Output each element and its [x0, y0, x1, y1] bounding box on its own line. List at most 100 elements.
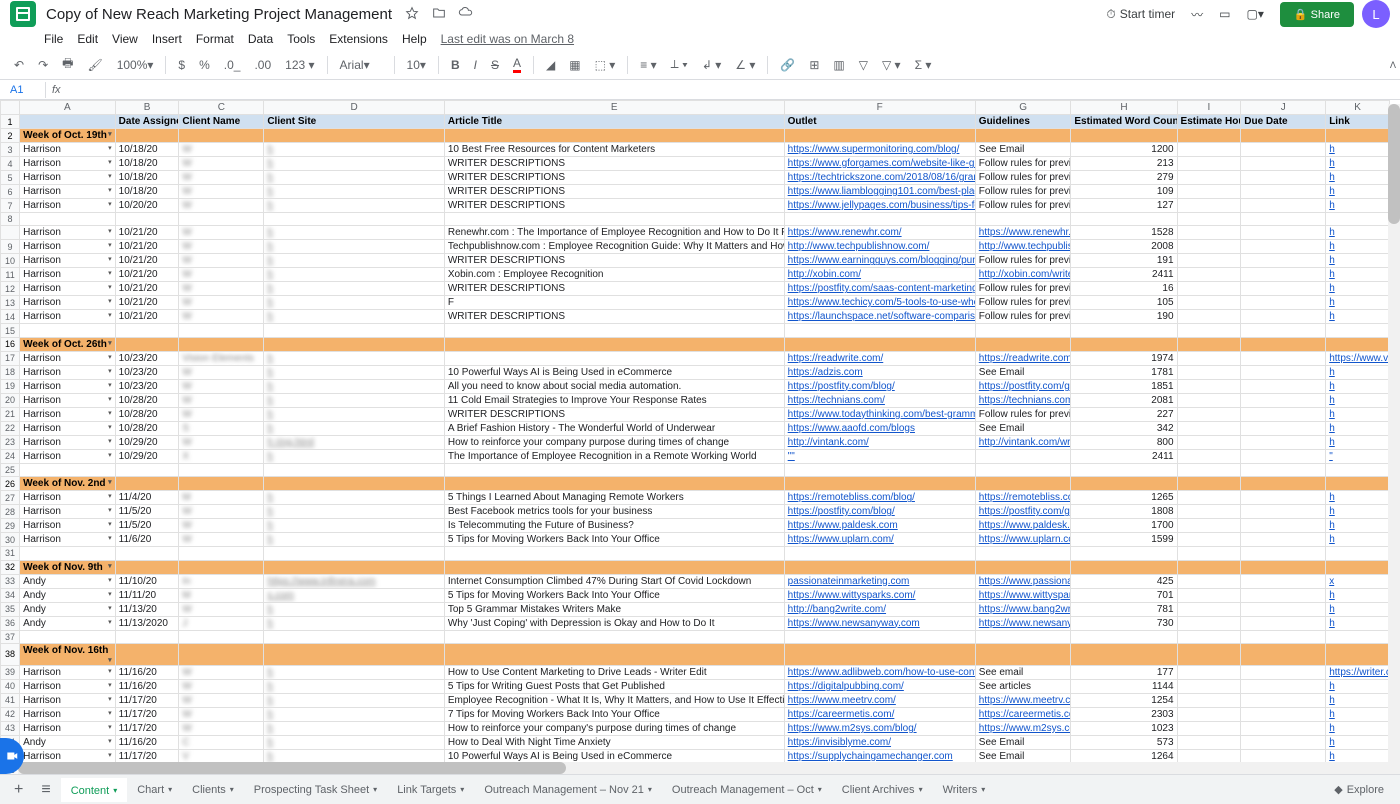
- cell[interactable]: [1241, 421, 1326, 435]
- cell[interactable]: How to Use Content Marketing to Drive Le…: [444, 665, 784, 679]
- menu-insert[interactable]: Insert: [152, 32, 182, 46]
- cell[interactable]: https://www.aaofd.com/blogs: [784, 421, 975, 435]
- cell[interactable]: [1177, 379, 1241, 393]
- cell[interactable]: Is Telecommuting the Future of Business?: [444, 519, 784, 533]
- cell[interactable]: 11/5/20: [115, 519, 179, 533]
- cell[interactable]: [1241, 254, 1326, 268]
- col-header[interactable]: B: [115, 101, 179, 115]
- cell[interactable]: WRITER DESCRIPTIONS: [444, 254, 784, 268]
- col-header[interactable]: F: [784, 101, 975, 115]
- cell[interactable]: 1023: [1071, 721, 1177, 735]
- header-cell[interactable]: Article Title: [444, 115, 784, 129]
- cloud-icon[interactable]: [458, 5, 474, 21]
- cell[interactable]: 781: [1071, 602, 1177, 616]
- cell[interactable]: 10/18/20: [115, 185, 179, 199]
- cell[interactable]: h: [1326, 407, 1390, 421]
- menu-edit[interactable]: Edit: [77, 32, 98, 46]
- cell[interactable]: passionateinmarketing.com: [784, 574, 975, 588]
- redo-icon[interactable]: ↷: [34, 55, 52, 75]
- cell[interactable]: [1241, 735, 1326, 749]
- cell[interactable]: WRITER DESCRIPTIONS: [444, 185, 784, 199]
- cell[interactable]: Harrison: [20, 240, 116, 254]
- cell[interactable]: [1241, 379, 1326, 393]
- cell[interactable]: [1177, 491, 1241, 505]
- dec-increase-icon[interactable]: .00: [250, 55, 275, 75]
- cell[interactable]: 177: [1071, 665, 1177, 679]
- cell[interactable]: https://postfity.com/gue: [975, 379, 1071, 393]
- cell[interactable]: "": [784, 449, 975, 463]
- cell[interactable]: How to reinforce your company purpose du…: [444, 435, 784, 449]
- cell[interactable]: https://postfity.com/gue: [975, 505, 1071, 519]
- cell[interactable]: [1241, 721, 1326, 735]
- currency-icon[interactable]: $: [174, 55, 189, 75]
- cell[interactable]: W: [179, 707, 264, 721]
- cell[interactable]: [1177, 310, 1241, 324]
- cell[interactable]: 11/17/20: [115, 693, 179, 707]
- cell[interactable]: 109: [1071, 185, 1177, 199]
- cell[interactable]: h: [264, 707, 445, 721]
- cell[interactable]: https://www.paldesk.co: [975, 519, 1071, 533]
- cell[interactable]: http://xobin.com/write-fo: [975, 268, 1071, 282]
- cell[interactable]: 10/21/20: [115, 296, 179, 310]
- cell[interactable]: https://www.earningguys.com/blogging/pun…: [784, 254, 975, 268]
- cell[interactable]: Harrison: [20, 435, 116, 449]
- cell[interactable]: 342: [1071, 421, 1177, 435]
- cell[interactable]: [1241, 707, 1326, 721]
- cell[interactable]: https://postfity.com/blog/: [784, 505, 975, 519]
- cell[interactable]: [1241, 365, 1326, 379]
- cell[interactable]: W: [179, 240, 264, 254]
- sheets-logo[interactable]: [10, 1, 36, 27]
- cell[interactable]: 1781: [1071, 365, 1177, 379]
- cell[interactable]: https://www.wittysparks: [975, 588, 1071, 602]
- cell[interactable]: Harrison: [20, 268, 116, 282]
- link-icon[interactable]: 🔗: [776, 55, 799, 75]
- cell[interactable]: [444, 351, 784, 365]
- cell[interactable]: [1241, 310, 1326, 324]
- cell[interactable]: [1241, 435, 1326, 449]
- cell[interactable]: [1177, 735, 1241, 749]
- col-header[interactable]: H: [1071, 101, 1177, 115]
- cell[interactable]: 10/18/20: [115, 171, 179, 185]
- cell[interactable]: h: [264, 505, 445, 519]
- comment-icon[interactable]: ⊞: [805, 55, 823, 75]
- menu-format[interactable]: Format: [196, 32, 234, 46]
- cell[interactable]: h: [264, 491, 445, 505]
- cell[interactable]: W: [179, 533, 264, 547]
- cell[interactable]: Harrison: [20, 351, 116, 365]
- cell[interactable]: [1177, 171, 1241, 185]
- cell[interactable]: Follow rules for previou: [975, 157, 1071, 171]
- last-edit[interactable]: Last edit was on March 8: [441, 32, 574, 46]
- cell[interactable]: https://www.jellypages.com/business/tips…: [784, 199, 975, 213]
- text-color-icon[interactable]: A: [509, 53, 525, 76]
- cell[interactable]: h: [264, 693, 445, 707]
- cell[interactable]: W: [179, 310, 264, 324]
- cell[interactable]: h: [1326, 171, 1390, 185]
- cell[interactable]: W: [179, 282, 264, 296]
- cell[interactable]: h: [264, 157, 445, 171]
- cell[interactable]: https://www.paldesk.com: [784, 519, 975, 533]
- cell[interactable]: 10/21/20: [115, 226, 179, 240]
- more-formats[interactable]: 123 ▾: [281, 55, 318, 75]
- cell[interactable]: h: [264, 365, 445, 379]
- cell[interactable]: h: [1326, 519, 1390, 533]
- cell[interactable]: 2008: [1071, 240, 1177, 254]
- cell[interactable]: [1241, 282, 1326, 296]
- cell[interactable]: [1177, 282, 1241, 296]
- cell[interactable]: [1177, 268, 1241, 282]
- cell[interactable]: [1241, 491, 1326, 505]
- cell[interactable]: https://www.passionatei: [975, 574, 1071, 588]
- cell[interactable]: Andy: [20, 616, 116, 630]
- cell[interactable]: https://readwrite.com/: [784, 351, 975, 365]
- cell[interactable]: https://www.bang2write.: [975, 602, 1071, 616]
- cell[interactable]: 2411: [1071, 449, 1177, 463]
- valign-icon[interactable]: ⟂ ▾: [667, 54, 692, 75]
- header-cell[interactable]: Estimated Word Count: [1071, 115, 1177, 129]
- cell[interactable]: h: [264, 421, 445, 435]
- cell[interactable]: h: [1326, 310, 1390, 324]
- cell[interactable]: https://www.newsanywa: [975, 616, 1071, 630]
- cell[interactable]: 11/16/20: [115, 735, 179, 749]
- cell[interactable]: Follow rules for previou: [975, 185, 1071, 199]
- present-icon[interactable]: ▢▾: [1239, 3, 1272, 25]
- cell[interactable]: h: [264, 735, 445, 749]
- cell[interactable]: J: [179, 616, 264, 630]
